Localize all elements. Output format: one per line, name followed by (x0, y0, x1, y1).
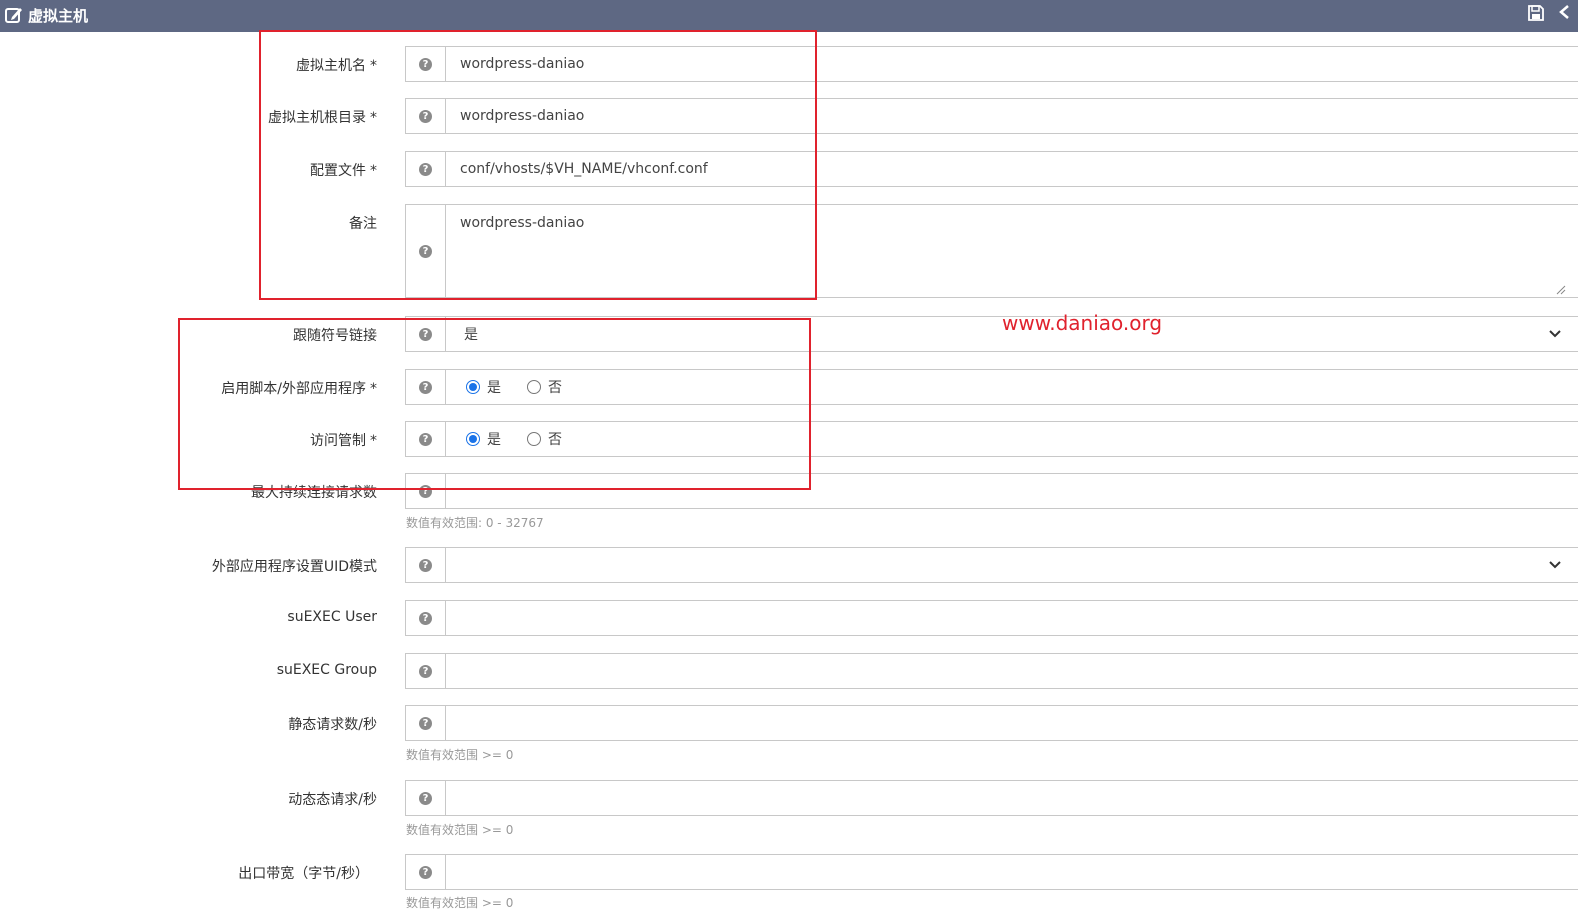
suexec-group-input[interactable] (445, 653, 1578, 689)
chevron-down-icon (1549, 561, 1561, 569)
row-config-file: 配置文件 * ? conf/vhosts/$VH_NAME/vhconf.conf (0, 151, 1578, 187)
page-title: 虚拟主机 (28, 6, 89, 25)
radio-dot (527, 432, 541, 446)
question-circle-icon: ? (419, 865, 432, 879)
title-bar: 虚拟主机 (0, 0, 1578, 32)
row-suexec-user: suEXEC User ? (0, 600, 1578, 636)
label-config-file: 配置文件 * (310, 163, 377, 179)
label-access-control: 访问管制 * (310, 433, 377, 449)
row-max-keepalive: 最大持续连接请求数 ? 数值有效范围: 0 - 32767 (0, 473, 1578, 533)
question-circle-icon: ? (419, 791, 432, 805)
access-control-radio-group: 是 否 (445, 421, 1578, 457)
radio-access-control-yes[interactable]: 是 (466, 429, 501, 449)
row-access-control: 访问管制 * ? 是 否 (0, 421, 1578, 457)
question-circle-icon: ? (419, 432, 432, 446)
question-circle-icon: ? (419, 327, 432, 341)
row-suexec-group: suEXEC Group ? (0, 653, 1578, 689)
question-circle-icon: ? (419, 484, 432, 498)
question-circle-icon: ? (419, 109, 432, 123)
row-enable-scripts: 启用脚本/外部应用程序 * ? 是 否 (0, 369, 1578, 405)
row-uid-mode: 外部应用程序设置UID模式 ? (0, 547, 1578, 583)
uid-mode-select[interactable] (445, 547, 1578, 583)
label-follow-symlinks: 跟随符号链接 (293, 328, 377, 344)
vh-root-input[interactable]: wordpress-daniao (445, 98, 1578, 134)
edit-icon (5, 8, 22, 23)
help-button[interactable]: ? (405, 46, 446, 82)
label-vh-root: 虚拟主机根目录 * (268, 110, 377, 126)
label-dynamic-req: 动态态请求/秒 (288, 792, 377, 808)
chevron-down-icon (1549, 330, 1561, 338)
label-suexec-user: suEXEC User (287, 609, 377, 625)
radio-access-control-no[interactable]: 否 (527, 429, 562, 449)
label-bandwidth: 出口带宽（字节/秒） (238, 866, 369, 882)
suexec-user-input[interactable] (445, 600, 1578, 636)
static-req-input[interactable] (445, 705, 1578, 741)
label-static-req: 静态请求数/秒 (288, 717, 377, 733)
help-button[interactable]: ? (405, 705, 446, 741)
hint-dynamic-req: 数值有效范围 >= 0 (406, 823, 514, 837)
hint-max-keepalive: 数值有效范围: 0 - 32767 (406, 516, 544, 530)
save-icon[interactable] (1527, 4, 1545, 22)
row-bandwidth: 出口带宽（字节/秒） ? 数值有效范围 >= 0 (0, 854, 1578, 910)
question-circle-icon: ? (419, 162, 432, 176)
help-button[interactable]: ? (405, 151, 446, 187)
question-circle-icon: ? (419, 716, 432, 730)
title-wrap: 虚拟主机 (4, 4, 88, 26)
radio-enable-scripts-no[interactable]: 否 (527, 377, 562, 397)
row-vh-name: 虚拟主机名 * ? wordpress-daniao (0, 46, 1578, 82)
label-uid-mode: 外部应用程序设置UID模式 (211, 559, 377, 575)
max-keepalive-input[interactable] (445, 473, 1578, 509)
help-button[interactable]: ? (405, 780, 446, 816)
label-max-keepalive: 最大持续连接请求数 (251, 485, 377, 501)
watermark-text: www.daniao.org (1002, 311, 1163, 335)
bandwidth-input[interactable] (445, 854, 1578, 890)
row-static-req: 静态请求数/秒 ? 数值有效范围 >= 0 (0, 705, 1578, 765)
radio-dot (466, 380, 480, 394)
question-circle-icon: ? (419, 244, 432, 258)
help-button[interactable]: ? (405, 204, 446, 298)
collapse-icon[interactable] (1556, 3, 1574, 21)
label-suexec-group: suEXEC Group (276, 662, 377, 678)
help-button[interactable]: ? (405, 854, 446, 890)
enable-scripts-radio-group: 是 否 (445, 369, 1578, 405)
row-dynamic-req: 动态态请求/秒 ? 数值有效范围 >= 0 (0, 780, 1578, 840)
config-file-input[interactable]: conf/vhosts/$VH_NAME/vhconf.conf (445, 151, 1578, 187)
question-circle-icon: ? (419, 558, 432, 572)
label-vh-name: 虚拟主机名 * (296, 58, 377, 74)
vh-name-input[interactable]: wordpress-daniao (445, 46, 1578, 82)
question-circle-icon: ? (419, 380, 432, 394)
row-notes: 备注 ? wordpress-daniao (0, 204, 1578, 298)
help-button[interactable]: ? (405, 98, 446, 134)
help-button[interactable]: ? (405, 316, 446, 352)
help-button[interactable]: ? (405, 421, 446, 457)
question-circle-icon: ? (419, 611, 432, 625)
hint-bandwidth: 数值有效范围 >= 0 (406, 896, 514, 910)
help-button[interactable]: ? (405, 653, 446, 689)
radio-enable-scripts-yes[interactable]: 是 (466, 377, 501, 397)
radio-dot (466, 432, 480, 446)
row-vh-root: 虚拟主机根目录 * ? wordpress-daniao (0, 98, 1578, 134)
notes-textarea[interactable]: wordpress-daniao (445, 204, 1578, 298)
resize-handle-icon[interactable] (1554, 283, 1566, 295)
dynamic-req-input[interactable] (445, 780, 1578, 816)
hint-static-req: 数值有效范围 >= 0 (406, 748, 514, 762)
label-notes: 备注 (349, 216, 377, 232)
help-button[interactable]: ? (405, 547, 446, 583)
radio-dot (527, 380, 541, 394)
help-button[interactable]: ? (405, 369, 446, 405)
question-circle-icon: ? (419, 57, 432, 71)
row-follow-symlinks: 跟随符号链接 ? 是 (0, 316, 1578, 352)
help-button[interactable]: ? (405, 473, 446, 509)
help-button[interactable]: ? (405, 600, 446, 636)
question-circle-icon: ? (419, 664, 432, 678)
label-enable-scripts: 启用脚本/外部应用程序 * (221, 381, 377, 397)
